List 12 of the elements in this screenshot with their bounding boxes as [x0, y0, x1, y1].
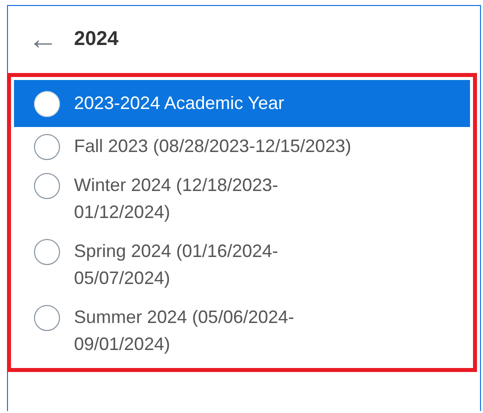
option-label: Fall 2023 (08/28/2023-12/15/2023): [74, 135, 352, 158]
radio-button[interactable]: [34, 134, 60, 160]
radio-button[interactable]: [34, 239, 60, 265]
option-label: Spring 2024 (01/16/2024-05/07/2024): [74, 240, 280, 290]
panel-title: 2024: [74, 28, 118, 51]
option-label: Summer 2024 (05/06/2024-09/01/2024): [74, 306, 296, 356]
radio-button[interactable]: [34, 305, 60, 331]
option-label: 2023-2024 Academic Year: [74, 92, 286, 115]
option-label: Winter 2024 (12/18/2023-01/12/2024): [74, 174, 280, 224]
back-button[interactable]: ←: [28, 24, 58, 54]
radio-button[interactable]: [34, 173, 60, 199]
option-row[interactable]: 2023-2024 Academic Year: [14, 80, 470, 127]
